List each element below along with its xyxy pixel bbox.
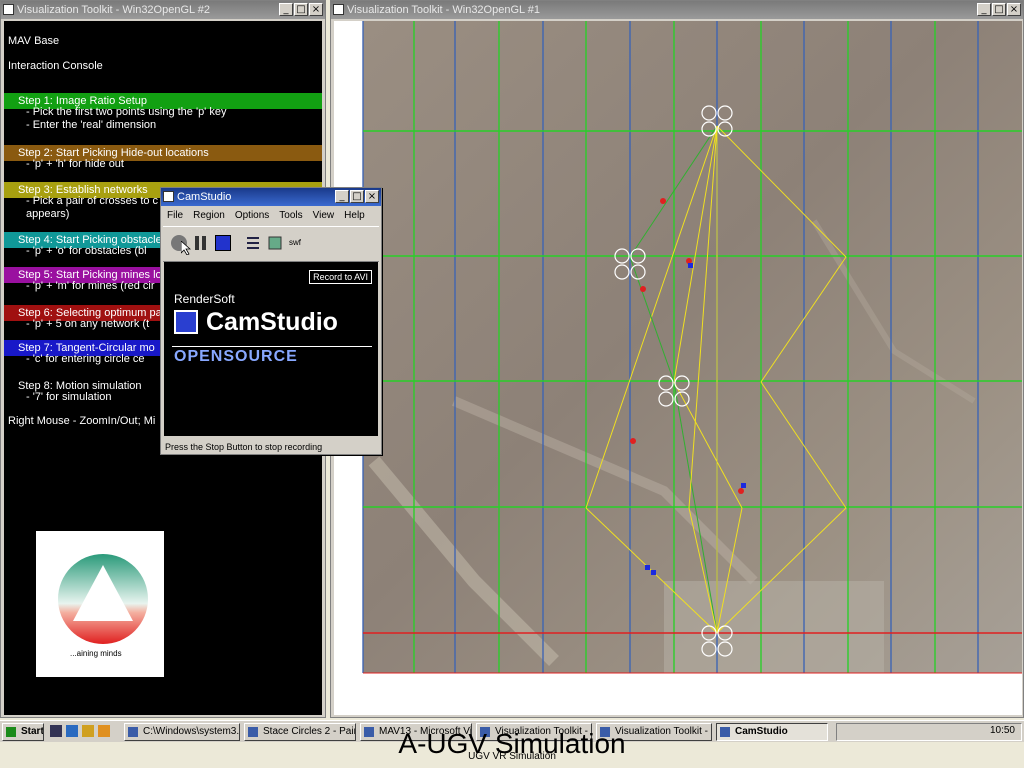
mine-marker (640, 286, 646, 292)
console-step-detail: - 'c' for entering circle ce (26, 353, 145, 365)
obstacle-marker (645, 565, 650, 570)
camstudio-menubar: File Region Options Tools View Help (163, 208, 379, 224)
camstudio-titlebar[interactable]: CamStudio _ □ × (161, 188, 381, 206)
menu-options[interactable]: Options (235, 208, 269, 224)
camstudio-status: Press the Stop Button to stop recording (165, 442, 323, 452)
console-titlebar[interactable]: Visualization Toolkit - Win32OpenGL #2 _… (1, 1, 325, 19)
vendor-label: RenderSoft (174, 292, 235, 306)
splash-divider (172, 346, 372, 347)
mine-marker (738, 488, 744, 494)
menu-region[interactable]: Region (193, 208, 225, 224)
console-step-detail: - '7' for simulation (26, 391, 112, 403)
minimize-button[interactable]: _ (977, 3, 991, 16)
console-header-line: MAV Base (8, 35, 60, 47)
obstacle-marker (651, 570, 656, 575)
menu-tools[interactable]: Tools (279, 208, 302, 224)
camstudio-window[interactable]: CamStudio _ □ × File Region Options Tool… (160, 187, 382, 455)
console-header-line: Interaction Console (8, 60, 103, 72)
lab-logo: ...aining minds (36, 531, 164, 677)
console-step-detail: appears) (26, 208, 70, 220)
camstudio-title: CamStudio (177, 191, 232, 203)
maximize-button[interactable]: □ (350, 190, 364, 203)
mine-marker (660, 198, 666, 204)
viz-window[interactable]: Visualization Toolkit - Win32OpenGL #1 _… (330, 0, 1024, 718)
console-step-detail: - Enter the 'real' dimension (26, 119, 157, 131)
video-subcaption: UGV VR Simulation (468, 751, 556, 762)
minimize-button[interactable]: _ (335, 190, 349, 203)
obstacle-marker (741, 483, 746, 488)
console-step-detail: - 'p' + 'm' for mines (red cir (26, 280, 155, 292)
pause-icon[interactable] (193, 235, 209, 251)
menu-help[interactable]: Help (344, 208, 365, 224)
console-step-detail: - 'p' + 5 on any network (t (26, 318, 150, 330)
mine-marker (630, 438, 636, 444)
menu-file[interactable]: File (167, 208, 183, 224)
obstacle-marker (688, 263, 693, 268)
console-step-detail: - Pick a pair of crosses to c (26, 195, 159, 207)
stop-icon[interactable] (215, 235, 231, 251)
camstudio-app-icon (163, 191, 174, 202)
camstudio-logo-icon (174, 310, 198, 334)
close-button[interactable]: × (309, 3, 323, 16)
close-button[interactable]: × (365, 190, 379, 203)
console-step-detail: - 'p' + 'o' for obstacles (bl (26, 245, 147, 257)
logo-text: ...aining minds (70, 649, 122, 658)
product-label: CamStudio (206, 308, 338, 336)
console-step-detail: - 'p' + 'h' for hide out (26, 158, 124, 170)
console-step-detail: - Pick the first two points using the 'p… (26, 106, 227, 118)
vtk-app-icon (333, 4, 344, 15)
mouse-cursor-icon (181, 241, 191, 255)
swf-icon[interactable]: swf (289, 235, 305, 251)
record-to-avi-label: Record to AVI (309, 270, 372, 284)
console-title: Visualization Toolkit - Win32OpenGL #2 (17, 4, 211, 16)
opensource-label: OPENSOURCE (174, 348, 298, 365)
terrain-scene[interactable] (334, 21, 1022, 715)
console-footer-line: Right Mouse - ZoomIn/Out; Mi (8, 415, 156, 427)
menu-view[interactable]: View (313, 208, 335, 224)
camstudio-splash: Record to AVI RenderSoft CamStudio OPENS… (164, 262, 378, 436)
viz-canvas[interactable] (334, 21, 1022, 715)
close-button[interactable]: × (1007, 3, 1021, 16)
maximize-button[interactable]: □ (992, 3, 1006, 16)
viz-titlebar[interactable]: Visualization Toolkit - Win32OpenGL #1 _… (331, 1, 1023, 19)
minimize-button[interactable]: _ (279, 3, 293, 16)
camstudio-toolbar: swf (163, 226, 379, 262)
region-icon[interactable] (245, 235, 261, 251)
maximize-button[interactable]: □ (294, 3, 308, 16)
viz-title: Visualization Toolkit - Win32OpenGL #1 (347, 4, 541, 16)
options-icon[interactable] (267, 235, 283, 251)
vtk-app-icon (3, 4, 14, 15)
bright-area (664, 581, 884, 673)
